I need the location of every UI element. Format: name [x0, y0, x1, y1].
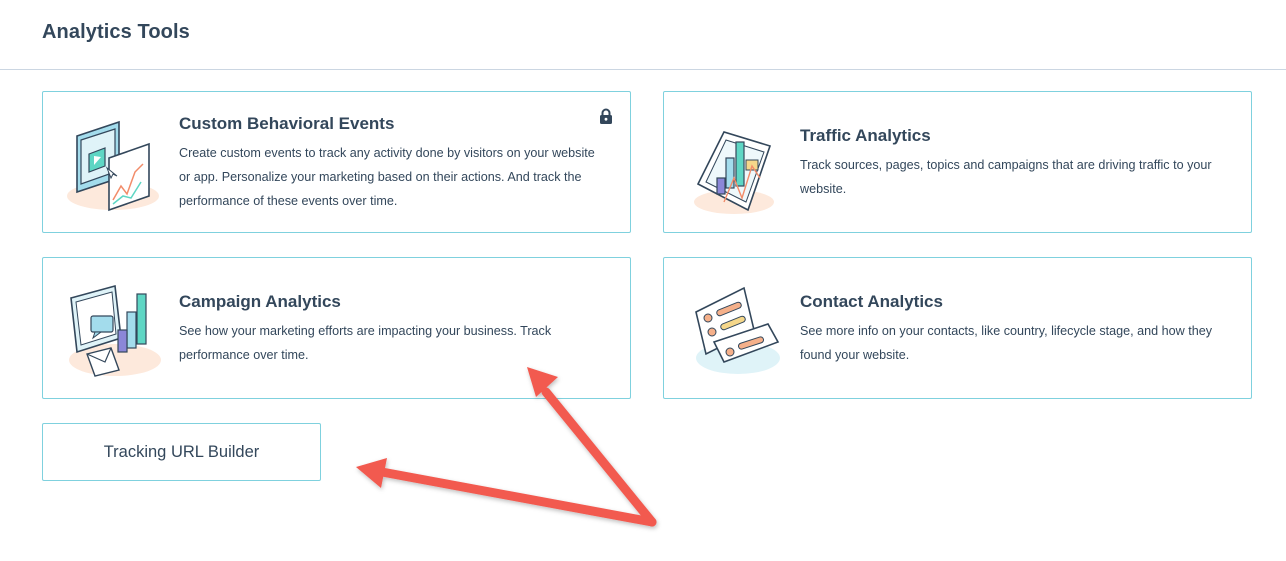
card-traffic-analytics[interactable]: Traffic Analytics Track sources, pages, … — [663, 91, 1252, 233]
card-description: Track sources, pages, topics and campaig… — [800, 158, 1212, 196]
card-custom-behavioral-events[interactable]: Custom Behavioral Events Create custom e… — [42, 91, 631, 233]
card-title: Custom Behavioral Events — [179, 114, 395, 133]
campaign-chart-illustration — [69, 284, 161, 377]
contact-list-illustration — [695, 286, 780, 374]
card-title: Contact Analytics — [800, 292, 943, 311]
traffic-chart-illustration — [694, 131, 774, 214]
card-description: See how your marketing efforts are impac… — [179, 324, 552, 362]
tracking-url-builder-button[interactable]: Tracking URL Builder — [42, 423, 321, 481]
tracking-url-builder-label: Tracking URL Builder — [103, 442, 260, 461]
card-text: Custom Behavioral Events Create custom e… — [179, 114, 608, 213]
page-title: Analytics Tools — [42, 21, 190, 43]
card-text: Traffic Analytics Track sources, pages, … — [800, 126, 1229, 201]
card-description: Create custom events to track any activi… — [179, 146, 595, 208]
card-text: Campaign Analytics See how your marketin… — [179, 292, 608, 367]
video-chart-illustration — [67, 120, 159, 212]
card-contact-analytics[interactable]: Contact Analytics See more info on your … — [663, 257, 1252, 399]
card-campaign-analytics[interactable]: Campaign Analytics See how your marketin… — [42, 257, 631, 399]
card-title: Campaign Analytics — [179, 292, 341, 311]
card-title: Traffic Analytics — [800, 126, 931, 145]
page-header: Analytics Tools — [0, 0, 1286, 70]
card-description: See more info on your contacts, like cou… — [800, 324, 1213, 362]
card-text: Contact Analytics See more info on your … — [800, 292, 1229, 367]
